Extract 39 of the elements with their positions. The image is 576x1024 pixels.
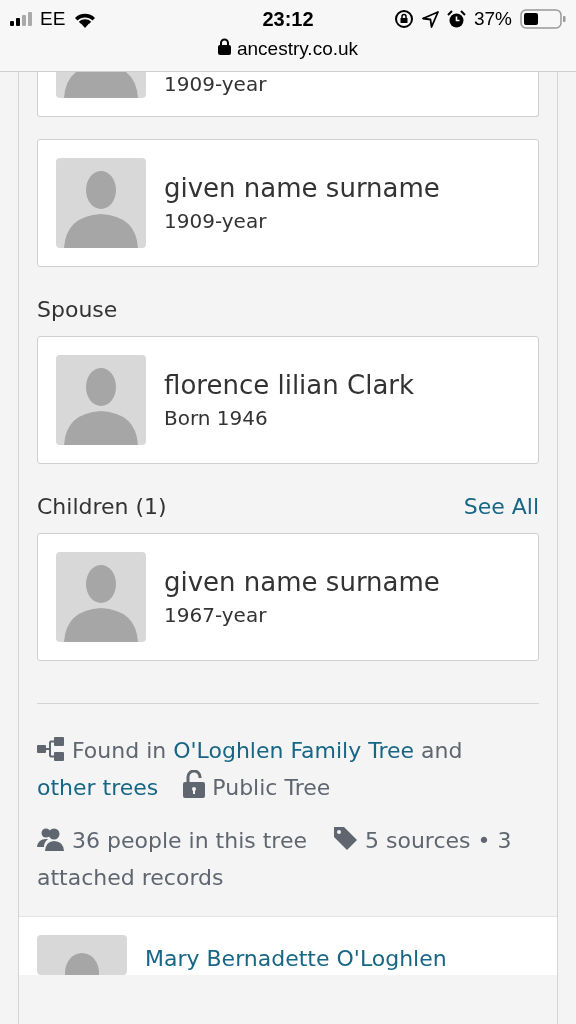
people-icon [37,827,65,851]
person-card[interactable]: given name surname 1967-year [37,533,539,661]
person-dates: 1967-year [164,603,268,627]
avatar-silhouette-icon [37,935,127,975]
carrier-name: EE [40,8,66,30]
battery-icon [520,9,566,29]
person-dates: 1909-year [164,209,268,233]
other-trees-link[interactable]: other trees [37,775,159,800]
tag-icon [332,825,358,851]
result-card[interactable]: Mary Bernadette O'Loghlen [19,916,557,975]
url-address[interactable]: ancestry.co.uk [236,38,359,60]
clock-time: 23:12 [262,7,314,31]
section-heading: Children (1) [37,494,167,519]
alarm-clock-icon [446,9,466,29]
found-in-text: Found in O'Loghlen Family Tree and other trees Public Tree [37,736,464,802]
section-heading: Spouse [37,297,118,322]
person-name: given name surname [164,567,440,597]
result-name-link[interactable]: Mary Bernadette O'Loghlen [145,946,447,975]
person-dates: 1909-year [164,72,267,96]
avatar-silhouette-icon [56,552,146,642]
tree-link[interactable]: O'Loghlen Family Tree [173,738,415,763]
location-arrow-icon [421,10,439,28]
see-all-link[interactable]: See All [463,494,539,519]
tree-stats-text: 36 people in this tree 5 sources • 3 attached records [37,822,539,896]
rotation-lock-icon [393,9,414,29]
tree-icon [37,737,65,761]
person-card[interactable]: florence lilian Clark Born 1946 [37,336,539,464]
signal-icon [10,12,32,26]
person-card[interactable]: given name surname 1909-year [37,139,539,267]
battery-percent: 37% [473,8,512,30]
person-name: florence lilian Clark [164,370,415,400]
unlocked-padlock-icon [183,770,206,798]
lock-icon [217,38,231,55]
person-name: given name surname [164,173,440,203]
person-dates: Born 1946 [164,406,269,430]
person-card[interactable]: 1909-year [37,72,539,117]
avatar-silhouette-icon [56,355,146,445]
public-tree-label: Public Tree [212,775,331,800]
avatar-silhouette-icon [56,158,146,248]
